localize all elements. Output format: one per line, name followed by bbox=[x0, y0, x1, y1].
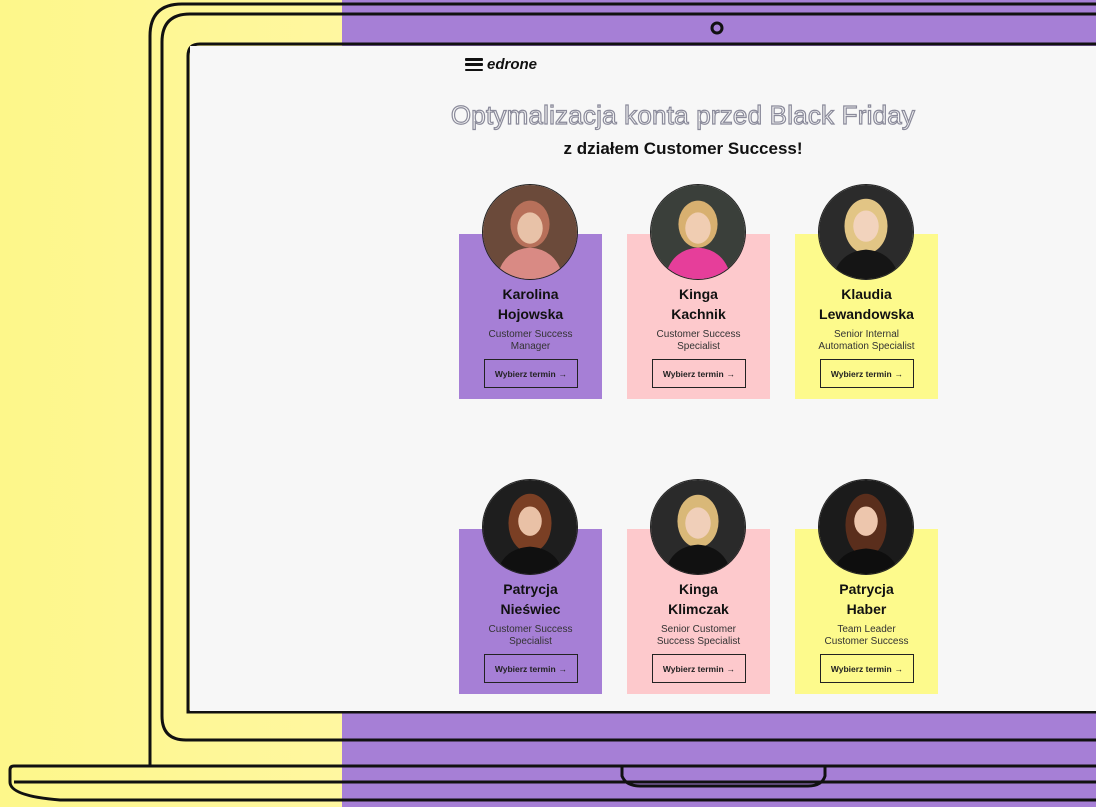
page-subtitle: z działem Customer Success! bbox=[563, 139, 803, 158]
person-role: Customer Success Specialist bbox=[488, 624, 573, 647]
person-name: Kinga Kachnik bbox=[671, 286, 726, 322]
hamburger-icon[interactable] bbox=[465, 58, 483, 71]
avatar-photo bbox=[650, 479, 746, 575]
person-role: Customer Success Manager bbox=[488, 329, 573, 352]
team-card-kinga-kachnik: Kinga Kachnik Customer Success Specialist … bbox=[627, 184, 770, 399]
arrow-right-icon: → bbox=[726, 663, 736, 674]
person-name: Kinga Klimczak bbox=[668, 581, 729, 617]
camera-icon bbox=[710, 21, 724, 35]
choose-date-button[interactable]: Wybierz termin → bbox=[652, 654, 746, 683]
arrow-right-icon: → bbox=[726, 368, 736, 379]
arrow-right-icon: → bbox=[558, 663, 568, 674]
person-name: Klaudia Lewandowska bbox=[819, 286, 914, 322]
team-card-patrycja-haber: Patrycja Haber Team Leader Customer Succes… bbox=[795, 479, 938, 694]
person-role: Senior Internal Automation Specialist bbox=[818, 329, 915, 352]
avatar-photo bbox=[818, 479, 914, 575]
page-title: Optymalizacja konta przed Black Friday bbox=[450, 99, 916, 130]
avatar-photo bbox=[482, 184, 578, 280]
team-card-klaudia: Klaudia Lewandowska Senior Internal Automa… bbox=[795, 184, 938, 399]
logo-text: edrone bbox=[487, 56, 538, 73]
team-card-patrycja-niewiec: Patrycja Nieświec Customer Success Special… bbox=[459, 479, 602, 694]
team-card-kinga-klimczak: Kinga Klimczak Senior Customer Success Spe… bbox=[627, 479, 770, 694]
avatar-photo bbox=[482, 479, 578, 575]
edrone-logo[interactable]: edrone bbox=[465, 56, 537, 73]
person-name: Karolina Hojowska bbox=[497, 286, 564, 322]
choose-date-button[interactable]: Wybierz termin → bbox=[652, 359, 746, 388]
choose-date-button[interactable]: Wybierz termin → bbox=[820, 654, 914, 683]
avatar-photo bbox=[650, 184, 746, 280]
choose-date-button[interactable]: Wybierz termin → bbox=[484, 654, 578, 683]
choose-date-button[interactable]: Wybierz termin → bbox=[484, 359, 578, 388]
person-role: Customer Success Specialist bbox=[656, 329, 741, 352]
choose-date-button[interactable]: Wybierz termin → bbox=[820, 359, 914, 388]
avatar-photo bbox=[818, 184, 914, 280]
arrow-right-icon: → bbox=[894, 368, 904, 379]
browser-screen: edrone Optymalizacja konta przed Black F… bbox=[190, 46, 1096, 711]
person-name: Patrycja Haber bbox=[839, 581, 894, 617]
person-role: Team Leader Customer Success bbox=[824, 624, 909, 647]
person-name: Patrycja Nieświec bbox=[500, 581, 561, 617]
team-card-karolina: Karolina Hojowska Customer Success Manager… bbox=[459, 184, 602, 399]
arrow-right-icon: → bbox=[558, 368, 568, 379]
person-role: Senior Customer Success Specialist bbox=[656, 624, 741, 647]
arrow-right-icon: → bbox=[894, 663, 904, 674]
